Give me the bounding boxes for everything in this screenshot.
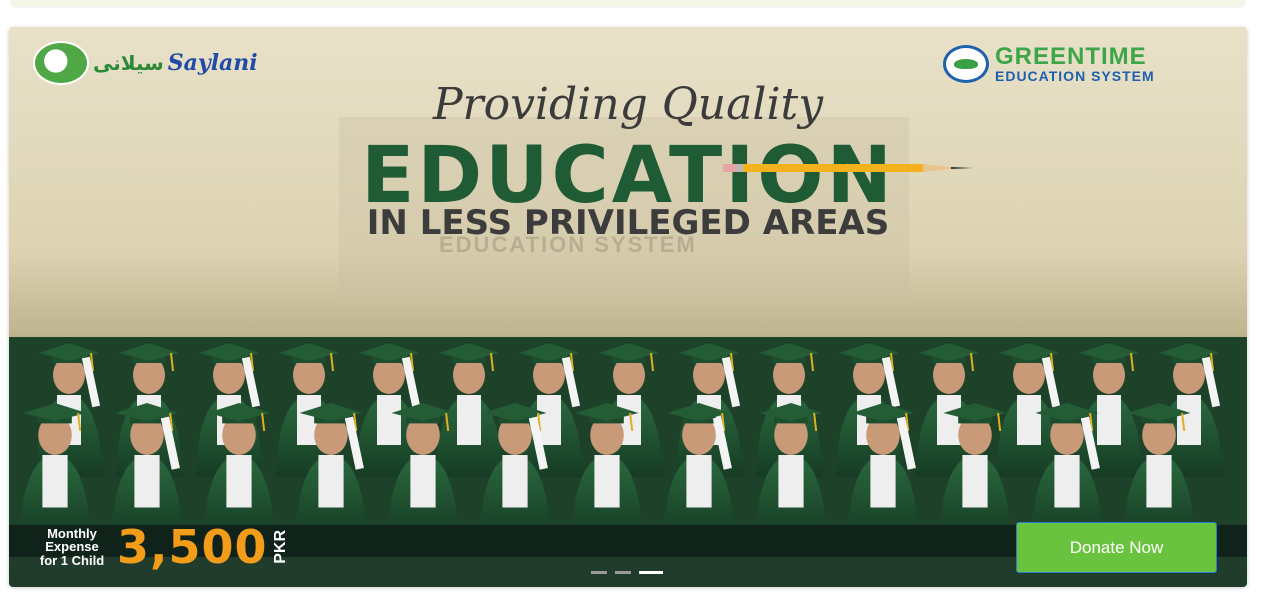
expense-currency: PKR: [271, 530, 289, 564]
headline-script: Providing Quality: [432, 79, 824, 130]
expense-amount: 3,500: [117, 520, 268, 574]
expense-label-line2: Expense: [45, 539, 99, 555]
expense-label: Monthly Expense for 1 Child: [31, 525, 113, 568]
carousel-indicators: [591, 571, 663, 574]
pencil-icon: [723, 164, 973, 172]
hero-banner-slider[interactable]: EDUCATION SYSTEM سیلانی Saylani GREENTIM…: [9, 27, 1247, 587]
saylani-logo-text: Saylani: [167, 50, 258, 76]
carousel-dot[interactable]: [615, 571, 631, 574]
greentime-logo-icon: [943, 45, 989, 83]
monthly-expense-block: Monthly Expense for 1 Child 3,500 PKR: [31, 520, 290, 574]
expense-label-line3: for 1 Child: [39, 552, 105, 568]
top-strip: [10, 0, 1246, 6]
saylani-logo-urdu-text: سیلانی: [93, 51, 164, 75]
greentime-logo: GREENTIME EDUCATION SYSTEM: [943, 45, 1155, 83]
carousel-dot[interactable]: [591, 571, 607, 574]
donate-now-button[interactable]: Donate Now: [1016, 522, 1217, 573]
graduating-children-photo: [9, 337, 1247, 557]
expense-label-line1: Monthly: [47, 525, 97, 541]
carousel-dot[interactable]: [639, 571, 663, 574]
greentime-logo-title: GREENTIME: [995, 43, 1147, 70]
headline-subtitle: IN LESS PRIVILEGED AREAS: [366, 203, 890, 243]
